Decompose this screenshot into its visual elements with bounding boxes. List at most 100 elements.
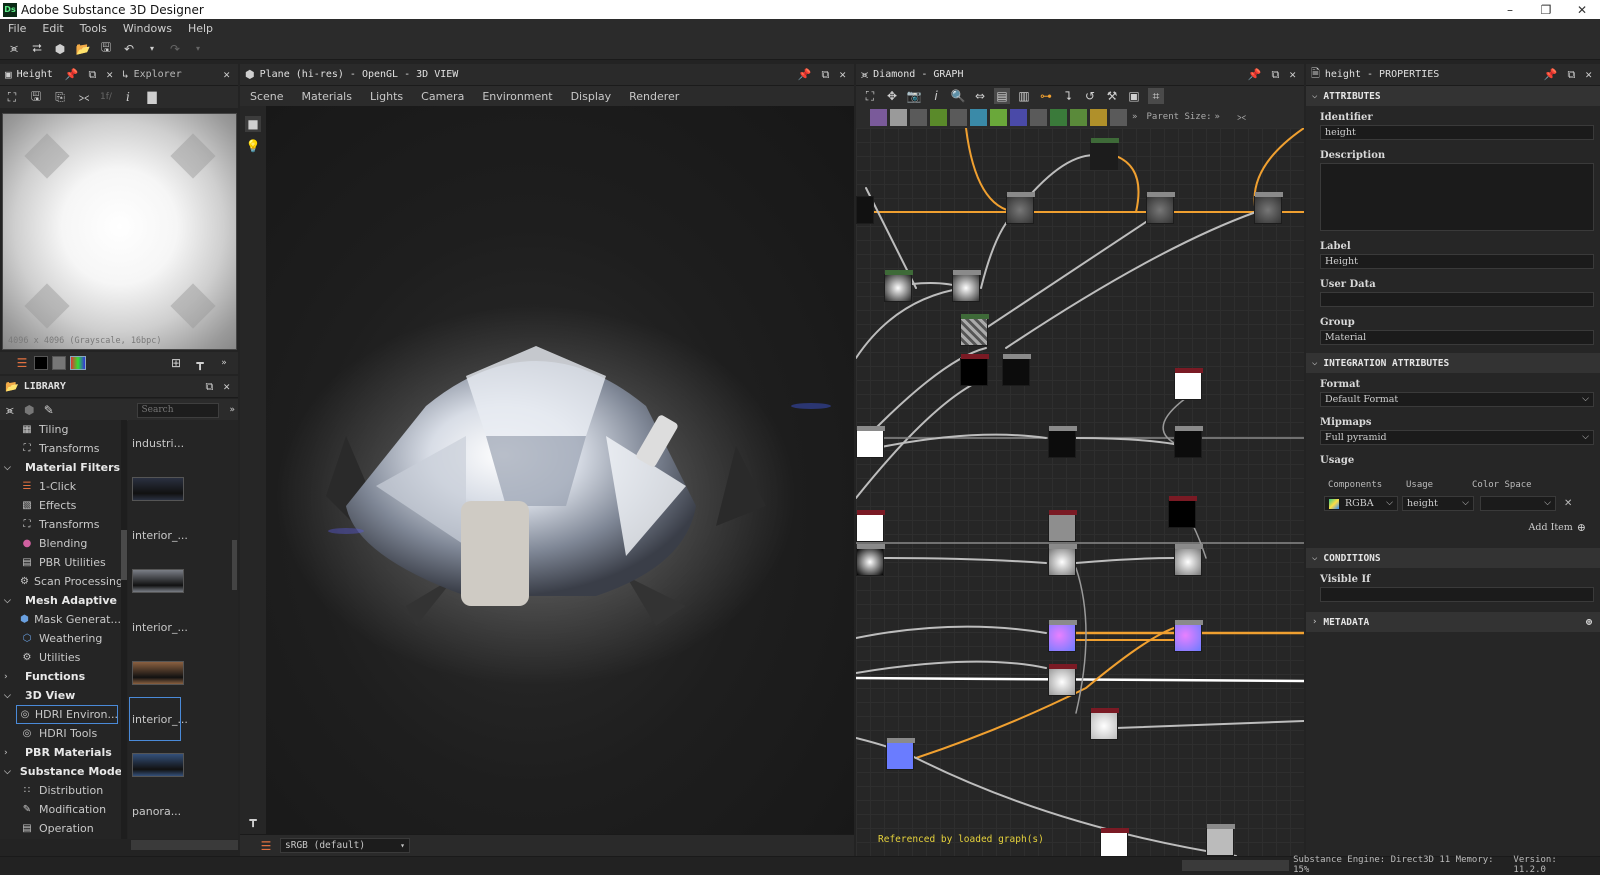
graph-node[interactable] bbox=[960, 354, 989, 386]
library-category[interactable]: › PBR Materials bbox=[0, 743, 121, 762]
menu-help[interactable]: Help bbox=[180, 22, 221, 35]
channel-grey-icon[interactable] bbox=[52, 356, 66, 370]
library-item[interactable]: ▦ Tiling bbox=[0, 420, 121, 439]
svg-node-icon[interactable] bbox=[890, 108, 907, 126]
graph-node[interactable] bbox=[1146, 192, 1175, 224]
graph-node[interactable] bbox=[1006, 192, 1035, 224]
remove-item-icon[interactable]: ✕ bbox=[1564, 498, 1572, 509]
graph-node[interactable] bbox=[1174, 544, 1203, 576]
warp-node-icon[interactable] bbox=[970, 108, 987, 126]
label-field[interactable]: Height bbox=[1320, 254, 1594, 269]
histogram-icon[interactable]: ▇ bbox=[144, 89, 160, 105]
colorspace-row-select[interactable]: ⌵ bbox=[1480, 496, 1556, 511]
conditions-section[interactable]: ⌵ CONDITIONS bbox=[1306, 548, 1600, 568]
graph-node[interactable] bbox=[1048, 544, 1077, 576]
new-package-icon[interactable]: ⬢ bbox=[52, 41, 68, 57]
library-item[interactable]: ◎ HDRI Tools bbox=[0, 724, 121, 743]
tools-icon[interactable]: ⚒ bbox=[1104, 88, 1120, 104]
channel-value[interactable]: 1f/ bbox=[100, 92, 112, 102]
collapse-icon[interactable]: ⪥ bbox=[1237, 112, 1246, 123]
scroll-thumb[interactable] bbox=[121, 530, 127, 580]
library-thumbnail[interactable]: panora... bbox=[128, 788, 238, 834]
plus-icon[interactable]: ⊕ bbox=[1586, 617, 1600, 628]
history-icon[interactable]: ↺ bbox=[1082, 88, 1098, 104]
fx-node-icon[interactable] bbox=[1070, 108, 1087, 126]
save-icon[interactable]: 🖫 bbox=[98, 40, 114, 57]
library-item[interactable]: ⛶ Transforms bbox=[0, 439, 121, 458]
camera-icon[interactable]: 📷 bbox=[906, 88, 922, 104]
grid-icon[interactable]: ⌗ bbox=[1148, 88, 1164, 104]
connect-icon[interactable]: ⊶ bbox=[1038, 88, 1054, 104]
move-icon[interactable]: ✥ bbox=[884, 88, 900, 104]
layers-icon[interactable]: ☰ bbox=[14, 355, 30, 371]
channel-rgb-icon[interactable] bbox=[70, 356, 86, 370]
graph-node[interactable] bbox=[856, 426, 885, 458]
pin-icon[interactable]: 📌 bbox=[798, 68, 812, 82]
layers-icon[interactable]: ☰ bbox=[258, 838, 274, 854]
link-icon[interactable]: ⇔ bbox=[972, 88, 988, 104]
search-icon[interactable]: 🔍 bbox=[950, 88, 966, 104]
camera-icon[interactable]: ■ bbox=[245, 116, 261, 132]
graph-node[interactable] bbox=[1206, 824, 1235, 856]
value-node-icon[interactable] bbox=[1090, 108, 1107, 126]
library-thumbnail[interactable]: interior_... bbox=[128, 604, 238, 650]
graph-node[interactable] bbox=[1048, 664, 1077, 696]
library-item[interactable]: ☰ 1-Click bbox=[0, 477, 121, 496]
layout-icon[interactable]: ▥ bbox=[1016, 88, 1032, 104]
library-item[interactable]: ⚙ Scan Processing bbox=[0, 572, 121, 591]
light-icon[interactable]: 💡 bbox=[245, 138, 261, 154]
format-select[interactable]: Default Format ⌵ bbox=[1320, 392, 1594, 407]
route-icon[interactable]: ⮧ bbox=[1060, 88, 1076, 104]
library-item[interactable]: ◎ HDRI Environ... bbox=[16, 705, 118, 724]
blend-node-icon[interactable] bbox=[1110, 108, 1127, 126]
channel-black-icon[interactable] bbox=[34, 356, 48, 370]
graph-node[interactable] bbox=[856, 544, 885, 576]
curve-node-icon[interactable] bbox=[930, 108, 947, 126]
graph-node[interactable] bbox=[960, 314, 989, 346]
float-icon[interactable]: ⧉ bbox=[822, 68, 830, 82]
expand-icon[interactable]: » bbox=[1132, 112, 1138, 122]
expand-icon[interactable]: » bbox=[216, 355, 232, 371]
open-folder-icon[interactable]: 📂 bbox=[75, 41, 91, 57]
graph-canvas[interactable]: Referenced by loaded graph(s) bbox=[856, 128, 1304, 856]
description-field[interactable] bbox=[1320, 163, 1594, 231]
pin-icon[interactable]: 📌 bbox=[1248, 68, 1262, 82]
visible-if-field[interactable] bbox=[1320, 587, 1594, 602]
library-category[interactable]: ⌵ Substance Mode... bbox=[0, 762, 121, 781]
usage-select[interactable]: height ⌵ bbox=[1402, 496, 1474, 511]
add-library-icon[interactable]: ⪤ bbox=[4, 402, 16, 418]
menu-scene[interactable]: Scene bbox=[250, 90, 284, 103]
menu-renderer[interactable]: Renderer bbox=[629, 90, 679, 103]
float-icon[interactable]: ⧉ bbox=[206, 380, 214, 394]
normal-node-icon[interactable] bbox=[1010, 108, 1027, 126]
library-category[interactable]: ⌵ 3D View bbox=[0, 686, 121, 705]
graph-node[interactable] bbox=[856, 510, 885, 542]
graph-node[interactable] bbox=[886, 738, 915, 770]
library-tree-scrollbar[interactable] bbox=[121, 420, 127, 839]
graph-node[interactable] bbox=[1002, 354, 1031, 386]
align-icon[interactable]: ▤ bbox=[994, 88, 1010, 104]
library-thumbnail[interactable] bbox=[128, 650, 238, 696]
attributes-section[interactable]: ⌵ ATTRIBUTES bbox=[1306, 86, 1600, 106]
grid-icon[interactable]: ⊞ bbox=[168, 355, 184, 371]
graph-node[interactable] bbox=[1254, 192, 1283, 224]
graph-node[interactable] bbox=[1090, 138, 1119, 170]
new-function-icon[interactable]: ⮂ bbox=[29, 41, 45, 57]
graph-node[interactable] bbox=[1048, 510, 1077, 542]
userdata-field[interactable] bbox=[1320, 292, 1594, 307]
chevron-down-icon[interactable]: ▾ bbox=[144, 41, 160, 57]
frame-icon[interactable]: ⛶ bbox=[862, 88, 878, 104]
colorspace-select[interactable]: sRGB (default) ▾ bbox=[280, 838, 410, 853]
library-item[interactable]: ⛶ Transforms bbox=[0, 515, 121, 534]
close-icon[interactable]: ✕ bbox=[839, 68, 846, 82]
bitmap-node-icon[interactable] bbox=[870, 108, 887, 126]
pivot-icon[interactable]: ┳ bbox=[245, 812, 261, 828]
menu-file[interactable]: File bbox=[0, 22, 34, 35]
graph-node[interactable] bbox=[1090, 708, 1119, 740]
library-thumbnail[interactable] bbox=[128, 558, 238, 604]
library-search-input[interactable] bbox=[136, 402, 219, 418]
menu-display[interactable]: Display bbox=[571, 90, 612, 103]
info-icon[interactable]: i bbox=[120, 89, 136, 105]
library-thumbnail[interactable]: interior_... bbox=[128, 512, 238, 558]
height-preview[interactable]: 4096 x 4096 (Grayscale, 16bpc) bbox=[2, 113, 237, 350]
